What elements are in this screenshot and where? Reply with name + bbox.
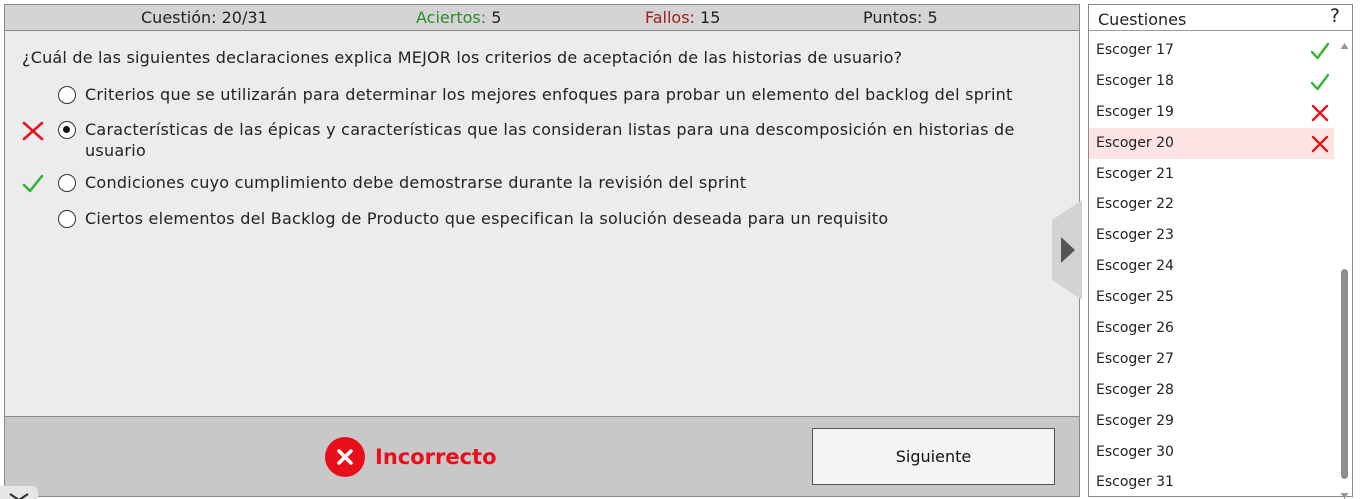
wrong-counter-value: 15 — [700, 8, 721, 27]
option-mark — [21, 208, 45, 232]
question-list-item-label: Escoger 21 — [1096, 165, 1174, 182]
score-counter: Puntos: 5 — [863, 8, 938, 27]
correct-counter-label: Aciertos: — [416, 8, 487, 27]
radio-button[interactable] — [58, 86, 76, 104]
question-list-item-label: Escoger 24 — [1096, 258, 1174, 275]
question-counter: Cuestión: 20/31 — [141, 8, 268, 27]
correct-counter-value: 5 — [491, 8, 502, 27]
x-circle-icon — [325, 437, 365, 477]
question-list-item-label: Escoger 18 — [1096, 72, 1174, 89]
option-text[interactable]: Ciertos elementos del Backlog de Product… — [85, 208, 1070, 229]
quiz-panel: Cuestión: 20/31 Aciertos: 5 Fallos: 15 P… — [4, 4, 1080, 497]
question-list-item-label: Escoger 29 — [1096, 412, 1174, 429]
question-list-item-label: Escoger 28 — [1096, 381, 1174, 398]
scrollbar-thumb[interactable] — [1341, 269, 1348, 479]
next-button[interactable]: Siguiente — [812, 428, 1055, 485]
option-text[interactable]: Condiciones cuyo cumplimiento debe demos… — [85, 172, 1070, 193]
question-list-item[interactable]: Escoger 21 — [1089, 159, 1334, 190]
wrong-mark-icon — [1310, 134, 1330, 154]
question-list-item-label: Escoger 31 — [1096, 474, 1174, 491]
question-list-item[interactable]: Escoger 20 — [1089, 127, 1334, 159]
question-list-item-label: Escoger 30 — [1096, 443, 1174, 460]
radio-button-selected[interactable] — [58, 121, 76, 139]
question-list-item-label: Escoger 26 — [1096, 320, 1174, 337]
question-list-item[interactable]: Escoger 29 — [1089, 406, 1334, 437]
question-list-item-label: Escoger 20 — [1096, 134, 1174, 151]
option-text[interactable]: Características de las épicas y caracter… — [85, 119, 1070, 161]
result-indicator: Incorrecto — [325, 437, 497, 477]
question-list-item-label: Escoger 23 — [1096, 227, 1174, 244]
question-list-item[interactable]: Escoger 27 — [1089, 344, 1334, 375]
scroll-up-arrow-icon[interactable] — [1340, 35, 1349, 49]
question-list-title: Cuestiones — [1098, 10, 1187, 29]
question-list-item[interactable]: Escoger 19 — [1089, 97, 1334, 128]
scrollbar[interactable] — [1339, 33, 1350, 499]
question-list-item[interactable]: Escoger 17 — [1089, 35, 1334, 66]
panel-toggle-arrow-icon[interactable] — [1052, 200, 1082, 300]
question-list-header: Cuestiones ? — [1089, 5, 1352, 31]
correct-checkmark-icon — [1310, 41, 1330, 61]
correct-checkmark-icon — [21, 172, 45, 196]
question-list-panel: Cuestiones ? Escoger 17 Escoger 18 Escoger… — [1088, 4, 1353, 499]
radio-button[interactable] — [58, 210, 76, 228]
question-list-item[interactable]: Escoger 31 — [1089, 467, 1334, 495]
question-list-item[interactable]: Escoger 18 — [1089, 66, 1334, 97]
question-list-item-label: Escoger 22 — [1096, 196, 1174, 213]
question-list: Escoger 17 Escoger 18 Escoger 19 Escoger 20… — [1089, 35, 1339, 495]
scroll-down-arrow-icon[interactable] — [1340, 485, 1349, 499]
correct-checkmark-icon — [1310, 72, 1330, 92]
option-text[interactable]: Criterios que se utilizarán para determi… — [85, 84, 1070, 105]
question-list-item[interactable]: Escoger 22 — [1089, 189, 1334, 220]
quiz-footer: Incorrecto Siguiente — [5, 416, 1079, 496]
collapse-chevron-icon[interactable] — [0, 486, 38, 499]
status-bar: Cuestión: 20/31 Aciertos: 5 Fallos: 15 P… — [5, 5, 1079, 31]
question-list-item[interactable]: Escoger 24 — [1089, 251, 1334, 282]
question-text: ¿Cuál de las siguientes declaraciones ex… — [22, 48, 903, 67]
question-list-item-label: Escoger 27 — [1096, 350, 1174, 367]
question-list-item-label: Escoger 19 — [1096, 103, 1174, 120]
option-mark — [21, 84, 45, 108]
question-list-item-label: Escoger 25 — [1096, 289, 1174, 306]
radio-button[interactable] — [58, 174, 76, 192]
question-list-item[interactable]: Escoger 23 — [1089, 220, 1334, 251]
wrong-mark-icon — [1310, 103, 1330, 123]
question-list-item[interactable]: Escoger 26 — [1089, 313, 1334, 344]
wrong-counter: Fallos: 15 — [645, 5, 720, 31]
result-text: Incorrecto — [375, 445, 497, 469]
wrong-mark-icon — [21, 119, 45, 143]
question-list-item[interactable]: Escoger 30 — [1089, 437, 1334, 468]
wrong-counter-label: Fallos: — [645, 8, 695, 27]
correct-counter: Aciertos: 5 — [416, 5, 501, 31]
question-list-item-label: Escoger 17 — [1096, 42, 1174, 58]
help-button[interactable]: ? — [1330, 5, 1340, 27]
question-list-item[interactable]: Escoger 25 — [1089, 282, 1334, 313]
question-list-item[interactable]: Escoger 28 — [1089, 375, 1334, 406]
